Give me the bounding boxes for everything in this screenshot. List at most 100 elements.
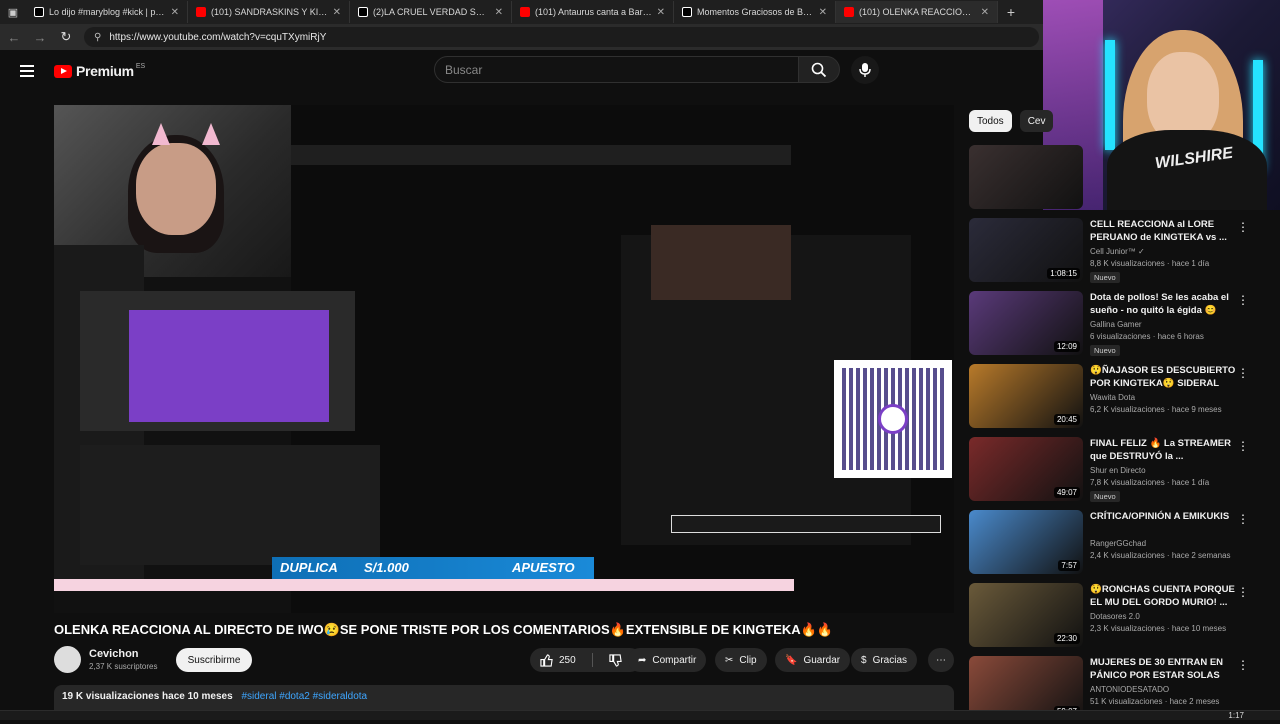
like-count: 250 xyxy=(559,654,576,666)
menu-icon[interactable] xyxy=(0,70,54,72)
browser-tab[interactable]: (101) SANDRASKINS Y KINGTEKA ✕ xyxy=(188,1,350,23)
recommended-channel[interactable]: Cell Junior™ ✓ xyxy=(1090,247,1145,256)
video-thumbnail[interactable] xyxy=(969,145,1083,209)
site-info-icon[interactable]: ⚲ xyxy=(94,32,101,43)
subscribe-button[interactable]: Suscribirme xyxy=(176,648,252,672)
close-tab-icon[interactable]: ✕ xyxy=(981,7,989,18)
search-input[interactable]: Buscar xyxy=(434,56,799,83)
recommended-video[interactable]: 12:09 Dota de pollos! Se les acaba el sue… xyxy=(969,289,1249,359)
share-button[interactable]: ➦ Compartir xyxy=(628,648,707,672)
recommended-meta: 8,8 K visualizaciones · hace 1 día xyxy=(1090,259,1210,268)
filter-chip[interactable]: Todos xyxy=(969,110,1012,132)
save-button[interactable]: 🔖 Guardar xyxy=(775,648,851,672)
tab-strip: Lo dijo #maryblog #kick | pero es ✕ (101… xyxy=(26,1,998,23)
video-duration: 49:07 xyxy=(1053,487,1080,498)
like-button[interactable]: 250 xyxy=(530,648,586,672)
video-thumbnail[interactable]: 22:30 xyxy=(969,583,1083,647)
subscriber-count: 2,37 K suscriptores xyxy=(89,662,158,671)
more-options-icon[interactable]: ⋮ xyxy=(1237,220,1249,234)
recommended-title[interactable]: MUJERES DE 30 ENTRAN EN PÁNICO POR ESTAR… xyxy=(1090,656,1236,682)
browser-tab[interactable]: Momentos Graciosos de Breaking ✕ xyxy=(674,1,836,23)
tab-title: (101) SANDRASKINS Y KINGTEKA xyxy=(211,7,328,17)
tab-title: Lo dijo #maryblog #kick | pero es xyxy=(49,7,166,17)
recommended-title[interactable]: 😲ÑAJASOR ES DESCUBIERTO POR KINGTEKA😲 SI… xyxy=(1090,364,1236,391)
more-options-icon[interactable]: ⋮ xyxy=(1237,512,1249,526)
video-duration: 7:57 xyxy=(1058,560,1080,571)
more-options-icon[interactable]: ⋮ xyxy=(1237,658,1249,672)
back-icon[interactable]: ← xyxy=(6,30,22,45)
browser-tab[interactable]: Lo dijo #maryblog #kick | pero es ✕ xyxy=(26,1,188,23)
recommended-video[interactable]: 1:08:15 CELL REACCIONA al LORE PERUANO de… xyxy=(969,216,1249,286)
video-thumbnail[interactable]: 1:08:15 xyxy=(969,218,1083,282)
close-tab-icon[interactable]: ✕ xyxy=(171,7,179,18)
video-duration: 22:30 xyxy=(1053,633,1080,644)
clip-button[interactable]: ✂ Clip xyxy=(715,648,767,672)
recommended-channel[interactable]: Shur en Directo xyxy=(1090,466,1146,475)
recommended-video[interactable]: 22:30 😲RONCHAS CUENTA PORQUE EL MU DEL GO… xyxy=(969,581,1249,651)
video-thumbnail[interactable]: 12:09 xyxy=(969,291,1083,355)
recommended-title[interactable]: FINAL FELIZ 🔥 La STREAMER que DESTRUYÓ l… xyxy=(1090,437,1236,463)
video-thumbnail[interactable]: 49:07 xyxy=(969,437,1083,501)
more-options-icon[interactable]: ⋮ xyxy=(1237,585,1249,599)
recommended-channel[interactable]: RangerGGchad xyxy=(1090,539,1146,548)
recommended-channel[interactable]: Dotasores 2.0 xyxy=(1090,612,1140,621)
shared-screen xyxy=(291,105,954,613)
inner-browser-tabs xyxy=(291,145,791,165)
forward-icon[interactable]: → xyxy=(32,30,48,45)
youtube-header: Premium ES Buscar xyxy=(0,50,1045,92)
close-tab-icon[interactable]: ✕ xyxy=(333,7,341,18)
tab-menu-icon[interactable]: ▣ xyxy=(0,6,26,19)
video-thumbnail[interactable]: 7:57 xyxy=(969,510,1083,574)
recommended-title[interactable]: 😲RONCHAS CUENTA PORQUE EL MU DEL GORDO M… xyxy=(1090,583,1236,609)
like-dislike-group: 250 xyxy=(530,648,642,672)
url-field[interactable]: ⚲ https://www.youtube.com/watch?v=cquTXy… xyxy=(84,27,1039,47)
more-options-icon[interactable]: ⋮ xyxy=(1237,293,1249,307)
tiktok-favicon-icon xyxy=(358,7,368,17)
browser-tab[interactable]: (101) OLENKA REACCIONA A ✕ xyxy=(836,1,998,23)
youtube-logo[interactable]: Premium ES xyxy=(54,63,145,79)
close-tab-icon[interactable]: ✕ xyxy=(657,7,665,18)
new-tab-button[interactable]: + xyxy=(998,4,1024,20)
ad-banner-amount: S/1.000 xyxy=(364,560,409,575)
facecam-face xyxy=(136,143,216,235)
video-player[interactable]: DUPLICA S/1.000 APUESTO xyxy=(54,105,954,613)
channel-name[interactable]: Cevichon xyxy=(89,648,139,660)
logo-text: Premium xyxy=(76,63,134,79)
recommended-video[interactable] xyxy=(969,143,1249,213)
recommended-video[interactable]: 49:07 FINAL FELIZ 🔥 La STREAMER que DESTR… xyxy=(969,435,1249,505)
search-icon xyxy=(811,62,827,77)
recommended-video[interactable]: 7:57 CRÍTICA/OPINIÓN A EMIKUKIS RangerGGc… xyxy=(969,508,1249,578)
thanks-button[interactable]: $ Gracias xyxy=(851,648,918,672)
reload-icon[interactable]: ↻ xyxy=(58,29,74,45)
more-actions-button[interactable]: ⋯ xyxy=(928,648,954,672)
recommended-channel[interactable]: ANTONIODESATADO xyxy=(1090,685,1169,694)
channel-avatar[interactable] xyxy=(54,646,81,673)
mod-actions-panel xyxy=(230,445,380,565)
browser-tab[interactable]: (2)LA CRUEL VERDAD SOBRE CHI ✕ xyxy=(350,1,512,23)
recommended-video[interactable]: 20:45 😲ÑAJASOR ES DESCUBIERTO POR KINGTEK… xyxy=(969,362,1249,432)
recommended-title[interactable]: CELL REACCIONA al LORE PERUANO de KINGTE… xyxy=(1090,218,1236,244)
recommended-meta: 6,2 K visualizaciones · hace 9 meses xyxy=(1090,405,1222,414)
voice-search-button[interactable] xyxy=(851,56,879,84)
tab-title: (2)LA CRUEL VERDAD SOBRE CHI xyxy=(373,7,490,17)
more-options-icon[interactable]: ⋮ xyxy=(1237,366,1249,380)
inner-message-box xyxy=(671,515,941,533)
close-tab-icon[interactable]: ✕ xyxy=(495,7,503,18)
recommended-meta: 2,4 K visualizaciones · hace 2 semanas xyxy=(1090,551,1231,560)
recommended-title[interactable]: Dota de pollos! Se les acaba el sueño - … xyxy=(1090,291,1236,317)
recommended-title[interactable]: CRÍTICA/OPINIÓN A EMIKUKIS xyxy=(1090,510,1236,523)
video-thumbnail[interactable]: 20:45 xyxy=(969,364,1083,428)
search-button[interactable] xyxy=(798,56,840,83)
close-tab-icon[interactable]: ✕ xyxy=(819,7,827,18)
recommended-channel[interactable]: Wawita Dota xyxy=(1090,393,1135,402)
microphone-icon xyxy=(859,63,871,77)
browser-tab[interactable]: (101) Antaurus canta a Barbie FL ✕ xyxy=(512,1,674,23)
filter-chip[interactable]: Cev xyxy=(1019,110,1054,132)
inner-taskbar xyxy=(54,579,794,591)
more-options-icon[interactable]: ⋮ xyxy=(1237,439,1249,453)
recommended-channel[interactable]: Gallina Gamer xyxy=(1090,320,1142,329)
hashtags[interactable]: #sideral #dota2 #sideraldota xyxy=(241,691,367,702)
tab-title: (101) Antaurus canta a Barbie FL xyxy=(535,7,652,17)
recommended-meta: 6 visualizaciones · hace 6 horas xyxy=(1090,332,1204,341)
dislike-button[interactable] xyxy=(599,648,632,672)
